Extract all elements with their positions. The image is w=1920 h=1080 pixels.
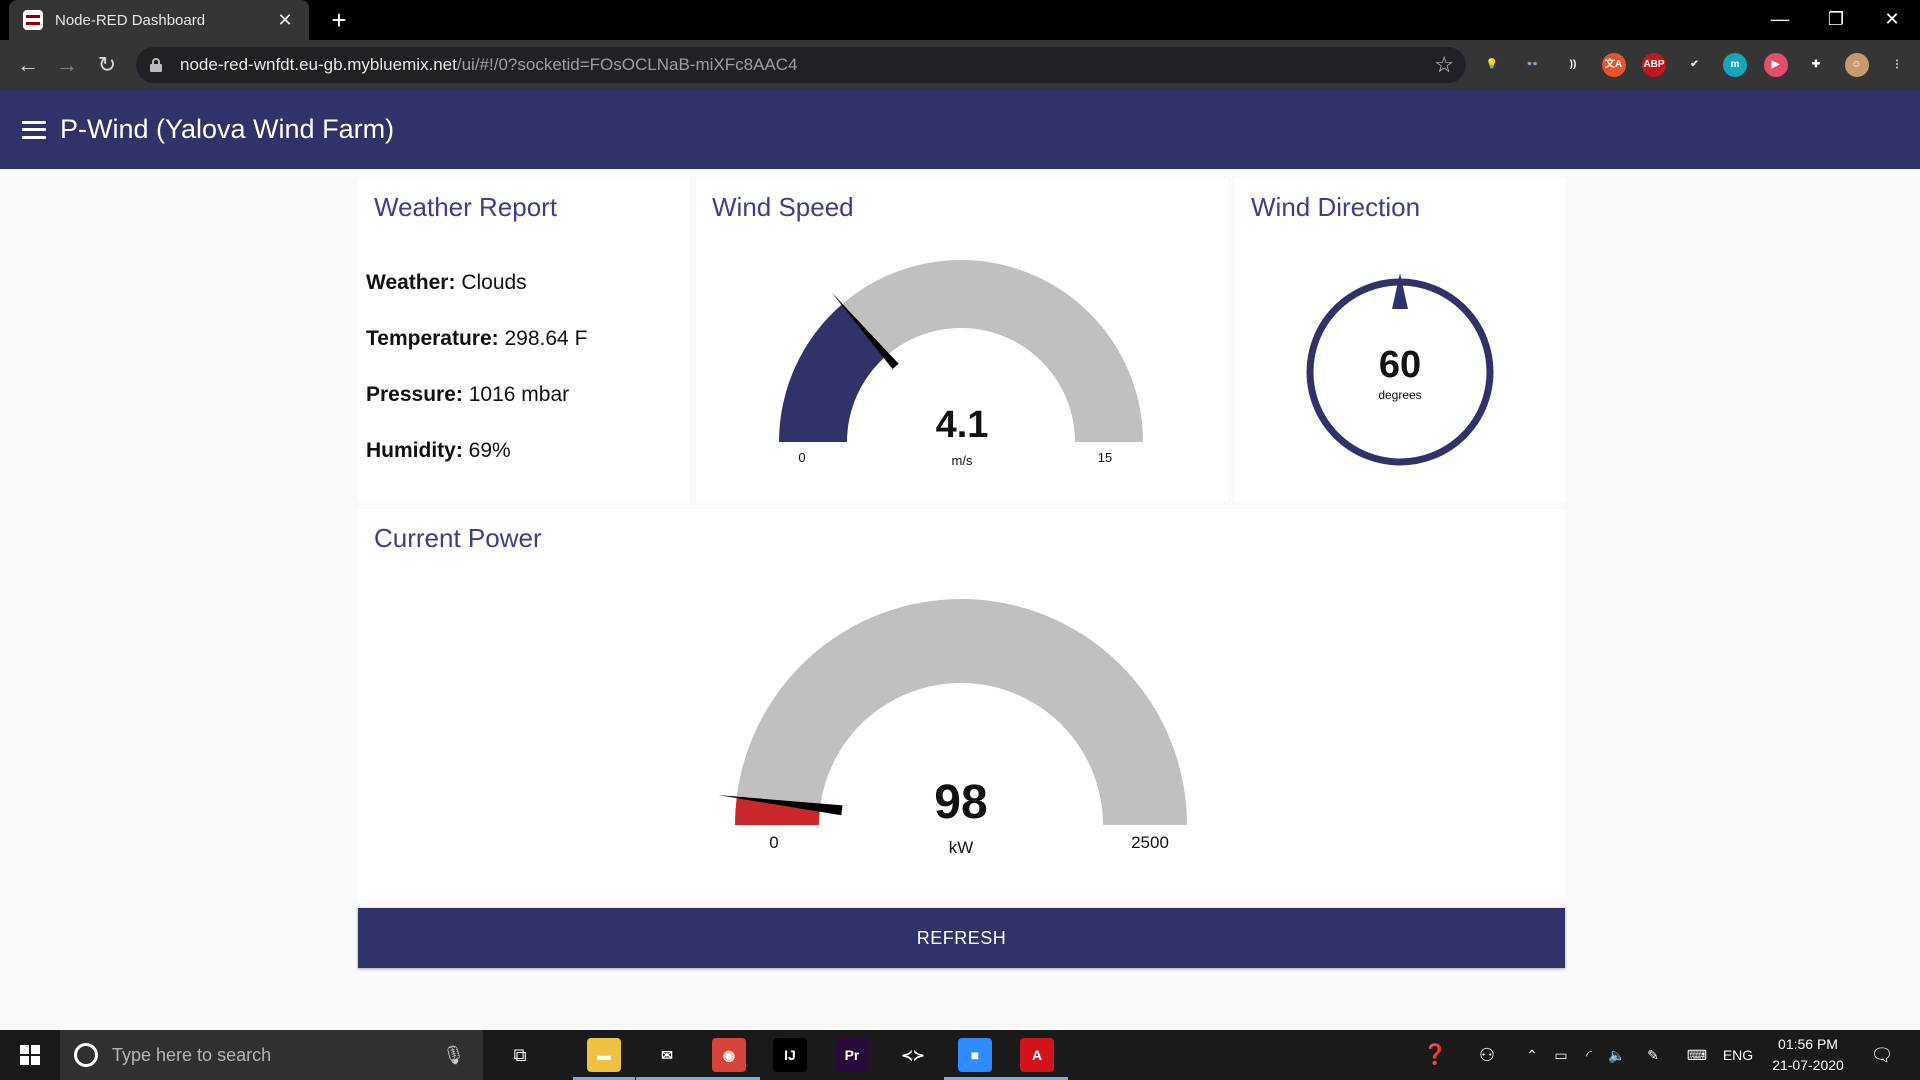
humidity-value: 69% xyxy=(468,439,511,462)
mail-icon[interactable]: ✉ xyxy=(650,1038,684,1072)
wind-speed-value: 4.1 xyxy=(935,404,989,446)
translate-extension-icon[interactable]: 文A xyxy=(1601,53,1626,77)
dashboard-header: P-Wind (Yalova Wind Farm) xyxy=(0,90,1920,169)
current-power-card: Current Power 98 kW 0 2500 xyxy=(358,509,1565,899)
reload-icon[interactable]: ↻ xyxy=(91,49,123,81)
node-red-favicon-icon xyxy=(23,10,43,30)
temperature-row: Temperature: 298.64 F xyxy=(366,327,587,351)
forward-icon[interactable]: → xyxy=(51,49,83,81)
taskbar-search[interactable]: Type here to search 🎙 xyxy=(60,1030,483,1080)
acrobat-icon[interactable]: A xyxy=(1020,1038,1054,1072)
help-icon[interactable]: ❓ xyxy=(1418,1030,1452,1080)
file-explorer-icon[interactable]: ▬ xyxy=(587,1038,621,1072)
tray-chevron-up-icon[interactable]: ⌃ xyxy=(1520,1030,1544,1080)
premiere-icon[interactable]: Pr xyxy=(835,1038,869,1072)
clock-date: 21-07-2020 xyxy=(1772,1057,1844,1073)
pressure-value: 1016 mbar xyxy=(468,383,570,406)
cortana-icon xyxy=(74,1043,98,1067)
power-units: kW xyxy=(948,838,974,857)
check-extension-icon[interactable]: ✔ xyxy=(1682,53,1707,77)
minimize-window-button[interactable]: — xyxy=(1752,0,1808,40)
pressure-label: Pressure: xyxy=(366,383,463,406)
restore-window-button[interactable]: ❐ xyxy=(1808,0,1864,40)
task-view-icon[interactable]: ⧉ xyxy=(502,1030,538,1080)
dashboard-title: P-Wind (Yalova Wind Farm) xyxy=(60,114,395,144)
url-path: /ui/#!/0?socketid=FOsOCLNaB-miXFc8AAC4 xyxy=(456,55,798,74)
pen-icon[interactable]: ✎ xyxy=(1640,1030,1666,1080)
kebab-menu-icon[interactable]: ⋮ xyxy=(1885,53,1909,77)
weather-report-title: Weather Report xyxy=(374,192,558,222)
weather-row: Weather: Clouds xyxy=(366,271,527,295)
taskbar-clock[interactable]: 01:56 PM 21-07-2020 xyxy=(1760,1034,1856,1076)
wind-direction-card: Wind Direction 60 degrees xyxy=(1235,178,1565,502)
windows-logo-icon xyxy=(20,1045,40,1065)
wind-speed-card: Wind Speed 4.1 m/s 0 15 xyxy=(696,178,1228,502)
intellij-icon[interactable]: IJ xyxy=(773,1038,807,1072)
browser-tab-bar: Node-RED Dashboard ✕ + — ❐ ✕ xyxy=(0,0,1920,40)
vscode-icon[interactable]: ≺≻ xyxy=(896,1038,930,1072)
adblock-extension-icon[interactable]: ABP xyxy=(1642,53,1666,77)
battery-icon[interactable]: ▭ xyxy=(1548,1030,1574,1080)
hamburger-menu-icon[interactable] xyxy=(22,120,46,139)
new-tab-button[interactable]: + xyxy=(323,4,355,36)
power-max: 2500 xyxy=(1131,833,1169,852)
volume-icon[interactable]: 🔈 xyxy=(1604,1030,1630,1080)
keyboard-icon[interactable]: ⌨ xyxy=(1680,1030,1714,1080)
lock-icon[interactable] xyxy=(150,58,162,72)
close-window-button[interactable]: ✕ xyxy=(1864,0,1920,40)
weather-label: Weather: xyxy=(366,271,456,294)
browser-toolbar: ← → ↻ node-red-wnfdt.eu-gb.mybluemix.net… xyxy=(0,40,1920,90)
clock-time: 01:56 PM xyxy=(1778,1036,1838,1052)
wind-direction-compass xyxy=(1306,273,1494,466)
bulb-extension-icon[interactable]: 💡 xyxy=(1480,53,1504,77)
notifications-icon[interactable]: 🗨 xyxy=(1862,1030,1902,1080)
network-icon[interactable]: ◜ xyxy=(1576,1030,1602,1080)
address-bar[interactable]: node-red-wnfdt.eu-gb.mybluemix.net/ui/#!… xyxy=(136,47,1466,83)
wind-direction-value: 60 xyxy=(1378,344,1422,386)
m-extension-icon[interactable]: m xyxy=(1723,53,1747,77)
profile-avatar-icon[interactable]: ☺ xyxy=(1844,53,1869,77)
bookmark-star-icon[interactable]: ☆ xyxy=(1434,51,1454,79)
wind-speed-max: 15 xyxy=(1097,450,1113,465)
power-value: 98 xyxy=(934,776,988,829)
taskbar-search-input[interactable]: Type here to search xyxy=(112,1045,442,1066)
people-icon[interactable]: ⚇ xyxy=(1470,1030,1504,1080)
windows-taskbar: Type here to search 🎙 ⧉ ▬ ✉ ◉ IJ Pr ≺≻ ■ A ❓ ⚇ … xyxy=(0,1030,1920,1080)
wifi-extension-icon[interactable]: )) xyxy=(1561,53,1585,77)
humidity-row: Humidity: 69% xyxy=(366,439,511,463)
back-icon[interactable]: ← xyxy=(12,49,44,81)
owl-extension-icon[interactable]: 👓 xyxy=(1520,53,1545,77)
video-extension-icon[interactable]: ▶ xyxy=(1763,53,1788,77)
chrome-icon[interactable]: ◉ xyxy=(712,1038,746,1072)
tab-close-icon[interactable]: ✕ xyxy=(275,10,295,31)
power-min: 0 xyxy=(769,833,779,852)
compass-pointer-icon xyxy=(1392,273,1408,309)
temperature-value: 298.64 F xyxy=(504,327,588,350)
tab-title: Node-RED Dashboard xyxy=(55,11,206,29)
weather-report-card: Weather Report Weather: Clouds Temperatu… xyxy=(358,178,689,502)
microphone-icon[interactable]: 🎙 xyxy=(442,1045,465,1066)
language-indicator[interactable]: ENG xyxy=(1718,1030,1758,1080)
browser-tab[interactable]: Node-RED Dashboard ✕ xyxy=(9,0,309,40)
weather-value: Clouds xyxy=(461,271,527,294)
temperature-label: Temperature: xyxy=(366,327,499,350)
puzzle-extension-icon[interactable]: ✚ xyxy=(1804,53,1828,77)
humidity-label: Humidity: xyxy=(366,439,463,462)
wind-speed-units: m/s xyxy=(951,453,973,468)
wind-direction-units: degrees xyxy=(1378,388,1422,402)
url-host: node-red-wnfdt.eu-gb.mybluemix.net xyxy=(180,55,457,74)
refresh-button[interactable]: REFRESH xyxy=(358,908,1565,968)
zoom-icon[interactable]: ■ xyxy=(958,1038,992,1072)
pressure-row: Pressure: 1016 mbar xyxy=(366,383,569,407)
wind-speed-min: 0 xyxy=(798,450,806,465)
start-button[interactable] xyxy=(0,1030,60,1080)
url-text[interactable]: node-red-wnfdt.eu-gb.mybluemix.net/ui/#!… xyxy=(180,55,797,75)
